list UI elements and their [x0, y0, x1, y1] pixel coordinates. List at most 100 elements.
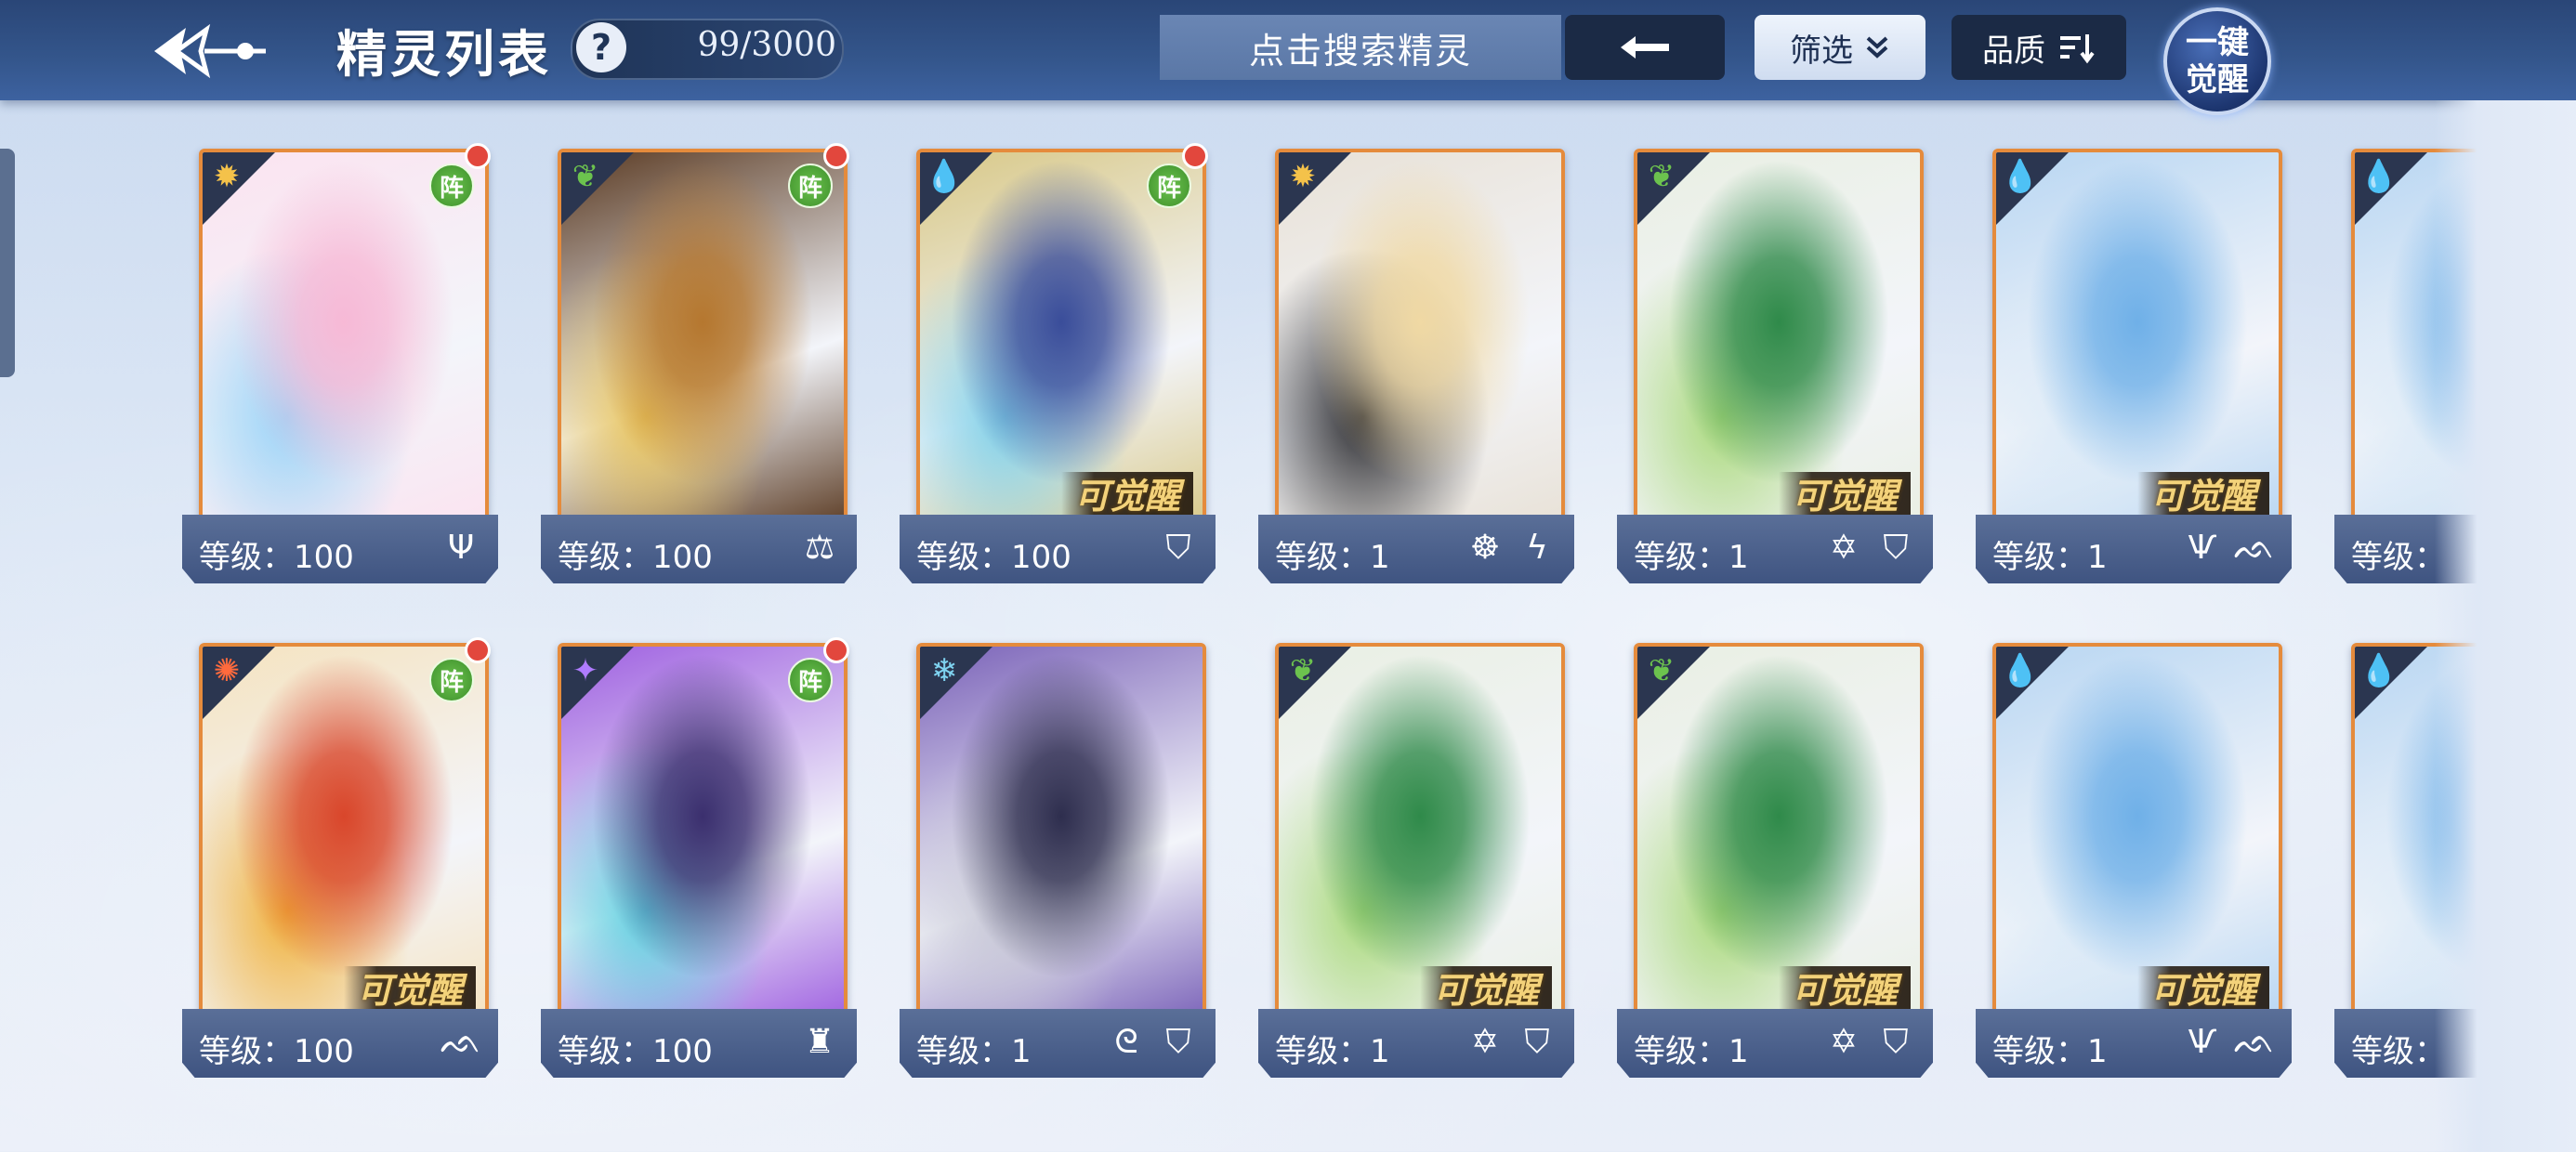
formation-badge: 阵 [788, 658, 833, 702]
level-bar: 等级：1 ᘓ ⛉ [900, 1009, 1216, 1078]
notification-dot [823, 143, 849, 169]
level-text: 等级：100 [916, 539, 1071, 576]
spirit-card[interactable]: ❄ 等级：1 ᘓ ⛉ [900, 643, 1216, 1083]
awakenable-tag: 可觉醒 [2136, 472, 2269, 520]
awakenable-tag: 可觉醒 [1778, 966, 1911, 1015]
notification-dot [465, 637, 491, 663]
wing-icon: ᨒ [2233, 1023, 2276, 1061]
level-bar: 等级：100 ᨒ [182, 1009, 498, 1078]
spirit-portrait: ❦ 可觉醒 [1275, 643, 1565, 1028]
spirit-portrait: 💧 可觉醒 [1992, 149, 2282, 533]
awaken-all-button[interactable]: 一键觉醒 [2163, 7, 2271, 141]
spirit-artwork [1279, 152, 1561, 530]
level-text: 等级：1 [916, 1033, 1032, 1070]
skill-icons: ✡ ⛉ [1821, 1020, 1918, 1065]
side-drawer-handle[interactable] [0, 149, 15, 377]
wing-icon: ᨒ [440, 1023, 482, 1061]
skill-icons: Ѱᨒ [2180, 526, 2277, 570]
skill-icons: ✡ ⛉ [1821, 526, 1918, 570]
spirit-card[interactable]: 💧 可觉醒阵等级：100 ⛉ [900, 143, 1216, 589]
spirit-count: 99/3000 [697, 26, 836, 64]
skill-icons: Ѱᨒ [2180, 1020, 2277, 1065]
back-arrow-icon [154, 23, 266, 79]
grid-fade-edge [2435, 100, 2576, 1152]
spirit-card[interactable]: ❦ 可觉醒 等级：1 ✡ ⛉ [1617, 149, 1933, 589]
level-text: 等级： [2351, 539, 2446, 576]
level-text: 等级：100 [558, 1033, 713, 1070]
level-text: 等级：1 [1992, 539, 2108, 576]
shield-icon: ⛉ [1883, 529, 1909, 567]
hexagram-icon: ✡ [1829, 529, 1859, 567]
spirit-artwork [203, 152, 485, 530]
awakenable-tag: 可觉醒 [343, 966, 476, 1015]
spirit-card[interactable]: ❦ 可觉醒等级：1 ✡ ⛉ [1258, 643, 1574, 1083]
level-bar: 等级：1 ✡ ⛉ [1617, 1009, 1933, 1078]
filter-button[interactable]: 筛选 [1755, 15, 1925, 80]
shield-icon: ⛉ [1883, 1023, 1909, 1061]
help-icon[interactable]: ? [576, 22, 626, 72]
filter-label: 筛选 [1790, 32, 1853, 70]
trident-icon: Ψ [447, 529, 475, 567]
awaken-all-label: 一键觉醒 [2186, 24, 2249, 98]
spirit-artwork [561, 647, 844, 1024]
awakenable-tag: 可觉醒 [1778, 472, 1911, 520]
shield-icon: ⛉ [1165, 529, 1191, 567]
formation-badge: 阵 [788, 164, 833, 208]
triskelion-icon: ☸ [1469, 529, 1501, 567]
skill-icons: ⛉ [1156, 526, 1201, 570]
claw-icon: Ѱ [2188, 1023, 2217, 1061]
spirit-card[interactable]: ✺ 可觉醒阵等级：100 ᨒ [182, 637, 498, 1083]
skill-icons: Ψ [439, 526, 483, 570]
skill-icons: ⚖ [797, 526, 842, 570]
swirl-icon: ᘓ [1114, 1023, 1138, 1061]
level-bar: 等级：1 ✡ ⛉ [1617, 515, 1933, 583]
level-bar: 等级：100 Ψ [182, 515, 498, 583]
spirit-portrait: ❦ 可觉醒 [1634, 149, 1924, 533]
awakenable-tag: 可觉醒 [2136, 966, 2269, 1015]
level-bar: 等级：100 ⚖ [541, 515, 857, 583]
skill-icons: ♜ [797, 1020, 842, 1065]
rune-icon: ♜ [804, 1023, 835, 1061]
spirit-card[interactable]: ✦ 阵等级：100 ♜ [541, 637, 857, 1083]
spirit-card[interactable]: ✹ 等级：1 ☸ ϟ [1258, 149, 1574, 589]
page-title: 精灵列表 [336, 24, 552, 84]
level-text: 等级：1 [1634, 1033, 1749, 1070]
spirit-artwork [920, 647, 1203, 1024]
skill-icons: ᨒ [439, 1020, 483, 1065]
level-bar: 等级：100 ⛉ [900, 515, 1216, 583]
scales-icon: ⚖ [804, 529, 835, 567]
spirit-card[interactable]: ❦ 可觉醒 等级：1 ✡ ⛉ [1617, 643, 1933, 1083]
quality-sort-button[interactable]: 品质 [1952, 15, 2126, 80]
level-text: 等级：1 [1275, 1033, 1390, 1070]
spirit-portrait: ❦ 可觉醒 [1634, 643, 1924, 1028]
spirit-card[interactable]: 💧 可觉醒 等级：1 Ѱ ᨒ [1976, 643, 2292, 1083]
skill-icons: ᘓ ⛉ [1104, 1020, 1201, 1065]
top-bar: 精灵列表 ? 99/3000 点击搜索精灵 筛选 品质 一键觉醒 [0, 0, 2576, 115]
wing-icon: ᨒ [2233, 529, 2276, 567]
double-chevron-down-icon [1866, 36, 1888, 59]
spirit-artwork [561, 152, 844, 530]
notification-dot [823, 637, 849, 663]
level-text: 等级：100 [199, 539, 354, 576]
level-bar: 等级：1 ☸ ϟ [1258, 515, 1574, 583]
back-button[interactable] [149, 17, 271, 85]
left-arrow-icon [1621, 36, 1669, 59]
hexagram-icon: ✡ [1470, 1023, 1500, 1061]
spirit-card[interactable]: 💧 可觉醒等级：1 Ѱ ᨒ [1976, 149, 2292, 589]
level-bar: 等级：1 ✡ ⛉ [1258, 1009, 1574, 1078]
skill-icons: ✡ ⛉ [1463, 1020, 1559, 1065]
level-bar: 等级：1 Ѱ ᨒ [1976, 515, 2292, 583]
level-text: 等级：100 [558, 539, 713, 576]
quality-label: 品质 [1982, 32, 2045, 70]
spirit-portrait: ❄ [916, 643, 1206, 1028]
hexagram-icon: ✡ [1829, 1023, 1859, 1061]
search-back-button[interactable] [1565, 15, 1725, 80]
spirit-card[interactable]: ✹ 阵等级：100 Ψ [182, 143, 498, 589]
spirit-card[interactable]: ❦ 阵等级：100 ⚖ [541, 143, 857, 589]
formation-badge: 阵 [1147, 164, 1191, 208]
notification-dot [1182, 143, 1208, 169]
awaken-all-emblem: 一键觉醒 [2163, 7, 2271, 115]
awakenable-tag: 可觉醒 [1060, 472, 1193, 520]
level-text: 等级：1 [1992, 1033, 2108, 1070]
search-input[interactable]: 点击搜索精灵 [1160, 15, 1561, 80]
